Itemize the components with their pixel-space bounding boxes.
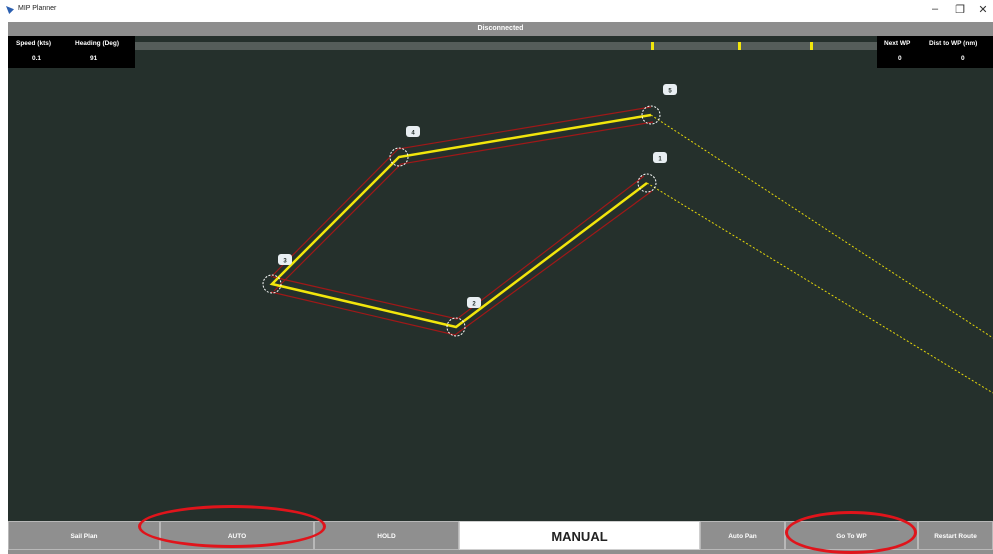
progress-marker <box>810 42 813 50</box>
route-overlay: 1 2 3 4 5 <box>262 84 993 394</box>
dotted-legs <box>646 114 993 394</box>
go-to-wp-highlight-ring <box>785 511 917 554</box>
close-button[interactable]: ✕ <box>973 3 993 16</box>
speed-value: 0.1 <box>32 55 42 62</box>
minimize-button[interactable]: – <box>925 3 945 15</box>
dist-to-wp-value: 0 <box>961 55 965 62</box>
restart-route-button[interactable]: Restart Route <box>918 521 993 550</box>
auto-pan-button[interactable]: Auto Pan <box>700 521 785 550</box>
map-view[interactable]: 1 2 3 4 5 <box>8 36 993 521</box>
speed-label: Speed (kts) <box>16 40 52 47</box>
heading-label: Heading (Deg) <box>75 40 120 47</box>
window-title: MIP Planner <box>18 5 57 12</box>
heading-value: 91 <box>90 55 98 62</box>
connection-status: Disconnected <box>8 22 993 36</box>
hold-mode-button[interactable]: HOLD <box>314 521 459 550</box>
telemetry-panel: Speed (kts) Heading (Deg) 0.1 91 <box>8 36 135 68</box>
manual-mode-button[interactable]: MANUAL <box>459 521 700 550</box>
auto-highlight-ring <box>138 505 326 548</box>
progress-marker <box>738 42 741 50</box>
dist-to-wp-label: Dist to WP (nm) <box>929 40 978 47</box>
waypoint-panel: Next WP Dist to WP (nm) 0 0 <box>877 36 993 68</box>
next-wp-value: 0 <box>898 55 902 62</box>
title-bar: MIP Planner – ❐ ✕ <box>0 0 993 22</box>
route-line <box>269 113 652 329</box>
next-wp-label: Next WP <box>884 40 911 47</box>
restore-button[interactable]: ❐ <box>950 3 970 16</box>
progress-marker <box>651 42 654 50</box>
route-progress-bar <box>135 42 877 50</box>
app-icon <box>6 6 14 14</box>
